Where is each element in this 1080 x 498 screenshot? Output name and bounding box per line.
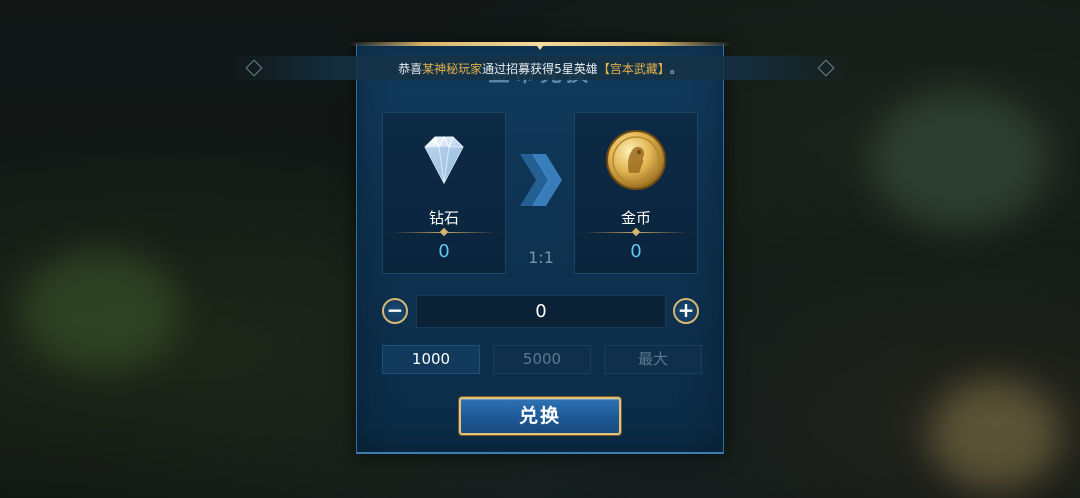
- increase-button[interactable]: +: [673, 298, 699, 324]
- exchange-button[interactable]: 兑换: [459, 397, 621, 435]
- decrease-button[interactable]: −: [382, 298, 408, 324]
- notice-player-name: 某神秘玩家: [422, 61, 483, 76]
- preset-max-button[interactable]: 最大: [604, 345, 702, 374]
- gold-divider-ornament: [631, 227, 641, 237]
- diamond-amount: 0: [438, 241, 450, 262]
- notice-middle: 通过招募获得5星英雄: [482, 61, 598, 76]
- background-blur-1: [20, 250, 180, 370]
- diamond-label: 钻石: [428, 209, 459, 227]
- background-blur-2: [930, 380, 1060, 490]
- notice-left-cap: [245, 59, 263, 77]
- gold-card: 金币 0: [574, 112, 698, 274]
- diamond-card: 钻石 0: [382, 112, 506, 274]
- diamond-icon-wrap: [383, 127, 505, 197]
- recruit-notice-banner: 恭喜 某神秘玩家 通过招募获得5星英雄 【宫本武藏】。: [230, 56, 850, 80]
- exchange-ratio: 1:1: [528, 248, 554, 267]
- exchange-arrow-icon: [520, 154, 562, 206]
- gold-icon-wrap: [575, 127, 697, 197]
- background-blur-3: [870, 90, 1050, 230]
- diamond-icon: [424, 135, 464, 185]
- gold-coin-icon: [606, 130, 666, 190]
- amount-input[interactable]: 0: [416, 295, 666, 328]
- notice-hero-name: 【宫本武藏】: [597, 61, 670, 76]
- diamond-divider-ornament: [439, 227, 449, 237]
- gold-label: 金币: [620, 209, 651, 227]
- gold-amount: 0: [630, 241, 642, 262]
- preset-5000-button[interactable]: 5000: [493, 345, 591, 374]
- notice-prefix: 恭喜: [398, 61, 423, 76]
- notice-suffix: 。: [669, 61, 682, 76]
- notice-right-cap: [817, 59, 835, 77]
- preset-1000-button[interactable]: 1000: [382, 345, 480, 374]
